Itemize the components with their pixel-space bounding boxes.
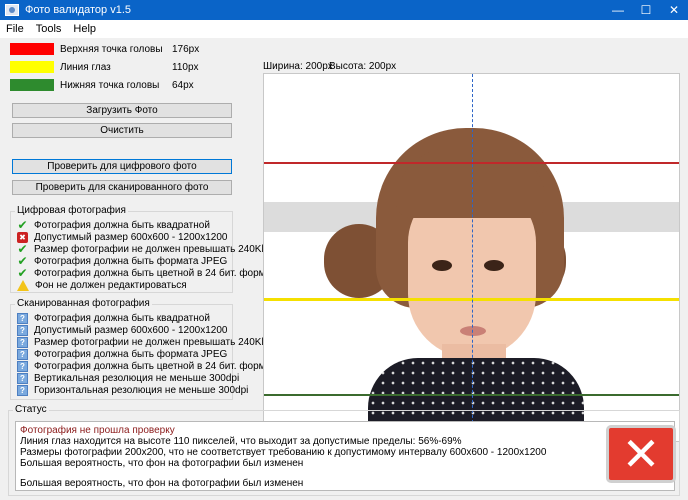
status-messages: Фотография не прошла проверку Линия глаз… [15,421,675,491]
status-line: Большая вероятность, что фон на фотограф… [20,458,304,469]
legend-swatch-bottom [10,79,54,91]
legend-swatch-eyes [10,61,54,73]
digital-group-title: Цифровая фотография [15,205,128,216]
legend-value-bottom: 64px [172,79,194,91]
check-digital-button[interactable]: Проверить для цифрового фото [12,159,232,174]
scanned-group-title: Сканированная фотография [15,298,152,309]
status-line: Размеры фотографии 200x200, что не соотв… [20,447,547,458]
question-icon: ? [17,361,28,372]
menu-bar: File Tools Help [0,20,688,38]
legend-value-top: 176px [172,43,200,55]
guide-line-center [472,74,473,441]
main-panel: Верхняя точка головы 176px Линия глаз 11… [0,38,688,500]
scanned-check-item: ? Фотография должна быть квадратной [17,313,210,324]
legend-label-eyes: Линия глаз [60,61,111,73]
menu-file[interactable]: File [0,23,30,35]
check-item-label: Допустимый размер 600x600 - 1200x1200 [34,325,228,336]
menu-tools[interactable]: Tools [30,23,68,35]
legend-value-eyes: 110px [172,61,199,73]
question-icon: ? [17,313,28,324]
photo-eye-left [432,260,452,271]
check-icon: ✔ [17,266,28,280]
check-scanned-button[interactable]: Проверить для сканированного фото [12,180,232,195]
scanned-photo-group: Сканированная фотография ? Фотография до… [10,298,281,400]
check-item-label: Фотография должна быть формата JPEG [34,349,228,360]
check-item-label: Вертикальная резолюция не меньше 300dpi [34,373,240,384]
photo-height-label: Высота: 200px [329,61,397,72]
app-icon [5,4,19,16]
legend-top-of-head: Верхняя точка головы 176px [10,42,199,56]
digital-check-item: Фон не должен редактироваться [17,280,187,291]
photo-eye-right [484,260,504,271]
minimize-button[interactable]: — [604,0,632,20]
check-item-label: Фотография должна быть квадратной [34,220,210,231]
load-photo-button[interactable]: Загрузить Фото [12,103,232,118]
check-item-label: Размер фотографии не должен превышать 24… [34,244,268,255]
close-button[interactable]: ✕ [660,0,688,20]
scanned-check-item: ? Вертикальная резолюция не меньше 300dp… [17,373,239,384]
digital-check-item: ✔ Размер фотографии не должен превышать … [17,243,268,255]
check-item-label: Допустимый размер 600x600 - 1200x1200 [34,232,228,243]
status-line: Линия глаз находится на высоте 110 пиксе… [20,436,462,447]
digital-check-item: ✔ Фотография должна быть квадратной [17,218,210,232]
legend-bottom-of-head: Нижняя точка головы 64px [10,78,194,92]
legend-eye-line: Линия глаз 110px [10,60,199,74]
question-icon: ? [17,385,28,396]
check-icon: ✔ [17,218,28,232]
status-line: Большая вероятность, что фон на фотограф… [20,478,304,489]
maximize-button[interactable]: ☐ [632,0,660,20]
digital-check-item: ✖ Допустимый размер 600x600 - 1200x1200 [17,232,227,243]
question-icon: ? [17,349,28,360]
status-line: Фотография не прошла проверку [20,425,175,436]
clear-button[interactable]: Очистить [12,123,232,138]
window-title: Фото валидатор v1.5 [25,4,132,16]
photo-preview[interactable] [263,73,680,442]
check-item-label: Горизонтальная резолюция не меньше 300dp… [34,385,249,396]
title-bar: Фото валидатор v1.5 — ☐ ✕ [0,0,688,20]
question-icon: ? [17,337,28,348]
scanned-check-item: ? Горизонтальная резолюция не меньше 300… [17,385,248,396]
question-icon: ? [17,373,28,384]
check-item-label: Фотография должна быть цветной в 24 бит.… [34,268,281,279]
photo-bangs [396,148,546,218]
legend-swatch-top [10,43,54,55]
digital-check-item: ✔ Фотография должна быть формата JPEG [17,255,228,267]
scanned-check-item: ? Допустимый размер 600x600 - 1200x1200 [17,325,227,336]
status-group: Статус Фотография не прошла проверку Лин… [8,404,680,496]
check-item-label: Фон не должен редактироваться [35,280,187,291]
status-title: Статус [13,404,49,415]
legend-label-top: Верхняя точка головы [60,43,163,55]
fail-x-icon: ✕ [606,425,676,483]
legend-label-bottom: Нижняя точка головы [60,79,160,91]
question-icon: ? [17,325,28,336]
check-item-label: Фотография должна быть цветной в 24 бит.… [34,361,281,372]
window-controls: — ☐ ✕ [604,0,688,20]
warning-icon [17,280,29,291]
scanned-check-item: ? Фотография должна быть формата JPEG [17,349,227,360]
photo-mouth [460,326,486,336]
scanned-check-item: ? Размер фотографии не должен превышать … [17,337,267,348]
menu-help[interactable]: Help [67,23,102,35]
check-item-label: Размер фотографии не должен превышать 24… [34,337,268,348]
digital-photo-group: Цифровая фотография ✔ Фотография должна … [10,205,281,293]
scanned-check-item: ? Фотография должна быть цветной в 24 би… [17,361,281,372]
check-item-label: Фотография должна быть формата JPEG [34,256,228,267]
photo-width-label: Ширина: 200px [263,61,333,72]
check-item-label: Фотография должна быть квадратной [34,313,210,324]
digital-check-item: ✔ Фотография должна быть цветной в 24 би… [17,266,281,280]
